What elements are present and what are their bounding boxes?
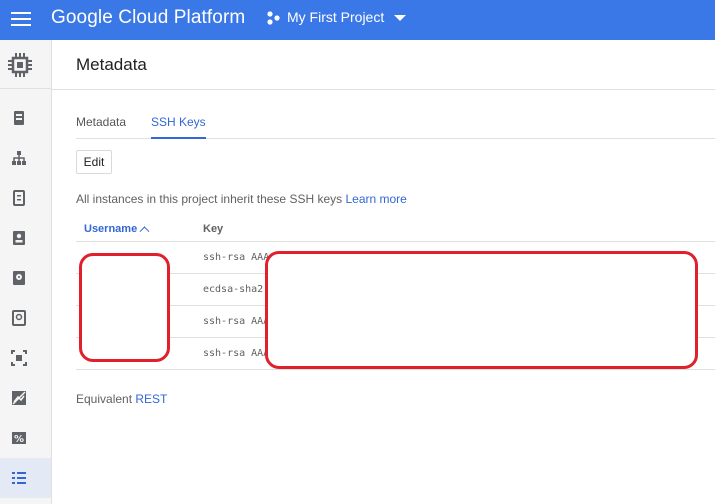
chip-icon [8,53,32,77]
sort-ascending-icon [139,226,150,237]
project-dots-icon [267,11,280,25]
tab-bar: Metadata SSH Keys [76,109,715,139]
inherit-info-text: All instances in this project inherit th… [76,192,407,206]
top-app-bar: Google Cloud Platform My First Project [0,0,715,40]
sole-tenant-icon[interactable] [11,230,27,246]
snapshots-icon[interactable] [11,310,27,326]
sidebar-header [0,40,51,89]
committed-use-icon[interactable]: % [11,430,27,446]
page-title: Metadata [76,55,147,74]
project-name: My First Project [287,9,385,25]
edit-button[interactable]: Edit [76,150,112,174]
column-header-key: Key [203,223,224,235]
learn-more-link[interactable]: Learn more [345,192,406,206]
disks-icon[interactable] [11,270,27,286]
column-header-username[interactable]: Username [84,223,150,237]
page-header: Metadata [52,40,715,90]
instance-groups-icon[interactable] [11,150,27,166]
project-selector[interactable]: My First Project [266,8,408,30]
vm-instances-icon[interactable] [11,110,27,126]
chevron-down-icon [394,15,406,21]
metadata-icon[interactable] [11,470,27,486]
column-header-username-label: Username [84,223,138,235]
svg-text:%: % [14,434,24,445]
rest-link[interactable]: REST [135,392,167,406]
inherit-info-label: All instances in this project inherit th… [76,192,346,206]
brand-title[interactable]: Google Cloud Platform [51,7,245,29]
tab-metadata[interactable]: Metadata [76,115,126,139]
instance-templates-icon[interactable] [11,190,27,206]
sidebar: % [0,40,52,504]
ssh-key-cell: ssh-rsa AAA [203,252,270,263]
menu-icon[interactable] [11,10,31,28]
equivalent-rest-text: Equivalent REST [76,392,167,406]
equivalent-label: Equivalent [76,392,136,406]
ssh-key-cell: ecdsa-sha2 [203,284,264,295]
table-header-row: Username Key [76,217,715,242]
ssh-key-cell: ssh-rsa AAA [203,348,270,359]
tpus-icon[interactable] [11,390,27,406]
ssh-key-cell: ssh-rsa AAA [203,316,270,327]
username-redaction-box [79,253,170,362]
key-redaction-box [265,251,698,369]
images-icon[interactable] [11,350,27,366]
tab-ssh-keys[interactable]: SSH Keys [151,115,206,139]
